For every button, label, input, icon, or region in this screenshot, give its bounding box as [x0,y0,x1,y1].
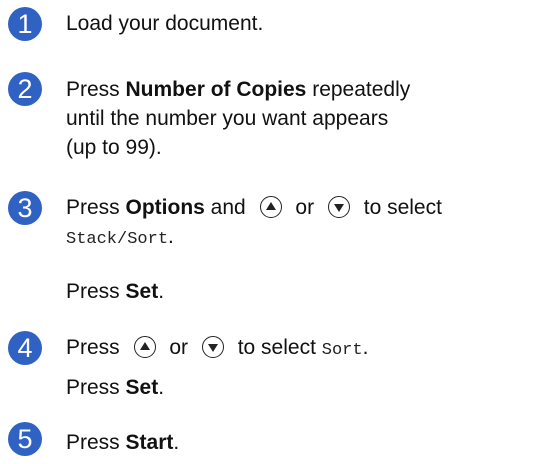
step-4-to-select: to select [231,336,322,359]
step-4-press-set: Press [66,376,126,399]
step-1-text: Load your document. [66,12,264,35]
step-3-or: or [289,196,320,219]
up-arrow-button-icon [133,336,156,358]
down-arrow-button-icon [201,336,224,358]
step-number-badge: 1 [8,7,42,41]
number-of-copies-key: Number of Copies [125,78,307,101]
step-2-line-2: until the number you want appears [66,107,389,130]
set-key: Set [125,376,159,399]
step-number-badge: 4 [8,331,42,365]
lcd-sort: Sort [321,341,363,360]
step-number-badge: 3 [8,191,42,225]
start-key: Start [125,431,174,454]
step-2-repeatedly: repeatedly [306,78,411,101]
step-number-badge: 2 [8,72,42,106]
step-4-or: or [163,336,194,359]
options-key: Options [125,196,205,219]
step-3-set-period: . [158,280,165,303]
step-4-period: . [362,336,369,359]
step-4-press: Press [66,336,126,359]
up-arrow-button-icon [259,196,282,218]
step-3-press-set: Press [66,280,126,303]
step-5-period: . [173,431,180,454]
step-4-set-period: . [158,376,165,399]
step-3-press: Press [66,196,126,219]
step-3-and: and [204,196,252,219]
down-arrow-button-icon [327,196,350,218]
step-number-badge: 5 [8,422,42,456]
step-3-period: . [168,225,174,248]
lcd-stack-sort: Stack/Sort [66,230,169,249]
set-key: Set [125,280,159,303]
step-2-line-3: (up to 99). [66,136,162,159]
step-2-press: Press [66,78,126,101]
step-3-to-select: to select [357,196,442,219]
step-5-press: Press [66,431,126,454]
